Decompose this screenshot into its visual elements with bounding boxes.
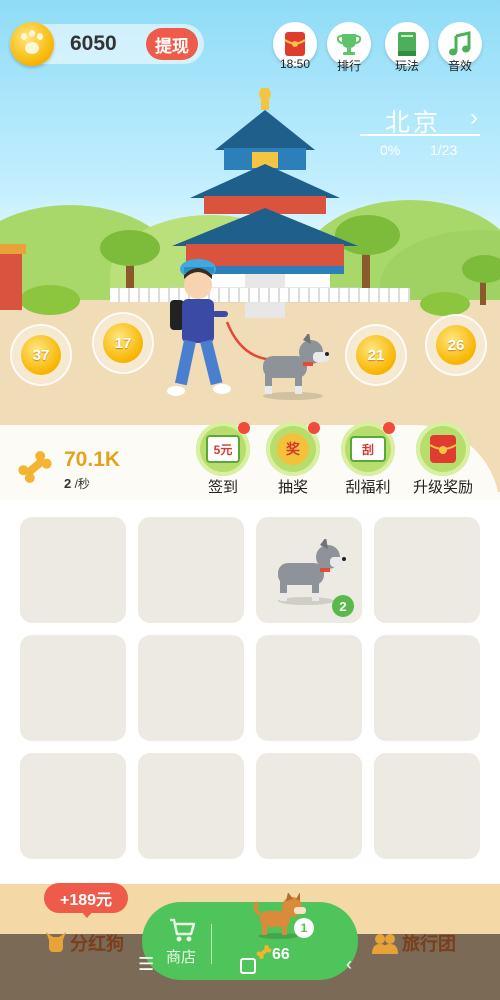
- shopping-cart-icon: [170, 918, 196, 942]
- tree: [462, 255, 500, 283]
- tour-group-button[interactable]: 旅行团: [372, 928, 456, 958]
- bush: [420, 292, 470, 316]
- grid-slot[interactable]: [138, 635, 244, 741]
- how-to-play-label: 玩法: [394, 59, 419, 73]
- notification-dot: [308, 422, 320, 434]
- paw-coin-icon: [10, 22, 54, 66]
- scratch-card-icon: 刮: [350, 436, 386, 462]
- buy-dog-level-badge: 1: [294, 918, 314, 938]
- bone-rate-value: 2: [64, 476, 72, 491]
- coin-bubble[interactable]: 21: [345, 324, 407, 386]
- menu-nav-icon[interactable]: ☰: [138, 954, 154, 975]
- pagoda-edge: [0, 250, 22, 310]
- scratch-card-button[interactable]: 刮: [341, 422, 395, 476]
- grid-slot[interactable]: [374, 517, 480, 623]
- lottery-label: 抽奖: [277, 479, 308, 496]
- coin-bubble-value: 17: [103, 323, 143, 363]
- notification-dot: [383, 422, 395, 434]
- red-envelope-timer: 18:50: [279, 57, 311, 71]
- tree: [100, 230, 160, 266]
- grid-slot[interactable]: [20, 635, 126, 741]
- tour-group-label: 旅行团: [402, 934, 456, 954]
- city-divider: [360, 134, 480, 136]
- coin-bubble[interactable]: 17: [92, 312, 154, 374]
- chevron-right-icon[interactable]: ›: [470, 104, 478, 132]
- bush: [20, 285, 80, 315]
- trophy-icon: [336, 34, 362, 55]
- grid-slot-occupied[interactable]: 2: [256, 517, 362, 623]
- shop-button[interactable]: 商店: [150, 912, 212, 972]
- grid-slot[interactable]: [138, 753, 244, 859]
- grid-slot[interactable]: [374, 635, 480, 741]
- checkin-button[interactable]: 5元: [196, 422, 250, 476]
- music-icon: [449, 31, 471, 56]
- buy-dog-cost: 66: [272, 946, 290, 963]
- white-fence: [110, 288, 410, 302]
- bone-rate-unit: /秒: [74, 477, 90, 491]
- coin-bubble[interactable]: 37: [10, 324, 72, 386]
- grid-slot[interactable]: [20, 517, 126, 623]
- gift-envelope-icon: [429, 435, 457, 463]
- sound-label: 音效: [447, 59, 472, 73]
- shop-label: 商店: [165, 949, 196, 966]
- upgrade-reward-label: 升级奖励: [412, 479, 473, 496]
- coin-bubble-value: 26: [436, 325, 476, 365]
- pagoda-roof: [0, 244, 26, 254]
- grid-slot[interactable]: [256, 753, 362, 859]
- group-icon: [372, 934, 398, 954]
- coin-bubble[interactable]: 26: [425, 314, 487, 376]
- coin-bubble-value: 37: [21, 335, 61, 375]
- ranking-label: 排行: [336, 59, 361, 73]
- dog-level-badge: 2: [332, 595, 354, 617]
- withdraw-button[interactable]: 提现: [146, 28, 198, 60]
- back-nav-icon[interactable]: ‹: [346, 954, 352, 975]
- lottery-icon: 奖: [277, 433, 309, 465]
- grid-slot[interactable]: [138, 517, 244, 623]
- coin-balance: 6050: [70, 32, 117, 55]
- upgrade-reward-button[interactable]: [416, 422, 470, 476]
- calendar-icon: 5元: [206, 435, 240, 463]
- red-envelope-icon: [284, 32, 306, 56]
- dog-head-icon: [46, 932, 66, 952]
- lottery-button[interactable]: 奖: [266, 422, 320, 476]
- bone-rate: 2 /秒: [64, 475, 90, 492]
- bone-icon: [256, 944, 272, 960]
- city-progress: 0%: [380, 142, 401, 158]
- book-icon: [398, 32, 416, 56]
- notification-dot: [238, 422, 250, 434]
- coin-bubble-value: 21: [356, 335, 396, 375]
- bone-icon: [18, 451, 52, 483]
- bonus-bubble: +189元: [44, 883, 128, 913]
- grid-slot[interactable]: [256, 635, 362, 741]
- bonus-bubble-tail: [80, 910, 94, 918]
- grid-slot[interactable]: [20, 753, 126, 859]
- bone-total: 70.1K: [64, 448, 121, 471]
- home-nav-icon[interactable]: [240, 958, 256, 974]
- schnauzer-dog-icon: [263, 334, 329, 400]
- city-count: 1/23: [430, 142, 458, 158]
- dividend-dog-button[interactable]: 分红狗: [46, 928, 124, 958]
- dividend-dog-label: 分红狗: [70, 934, 124, 954]
- buy-divider: [211, 924, 212, 964]
- grid-slot[interactable]: [374, 753, 480, 859]
- scratch-card-label: 刮福利: [345, 479, 391, 496]
- checkin-label: 签到: [207, 479, 238, 496]
